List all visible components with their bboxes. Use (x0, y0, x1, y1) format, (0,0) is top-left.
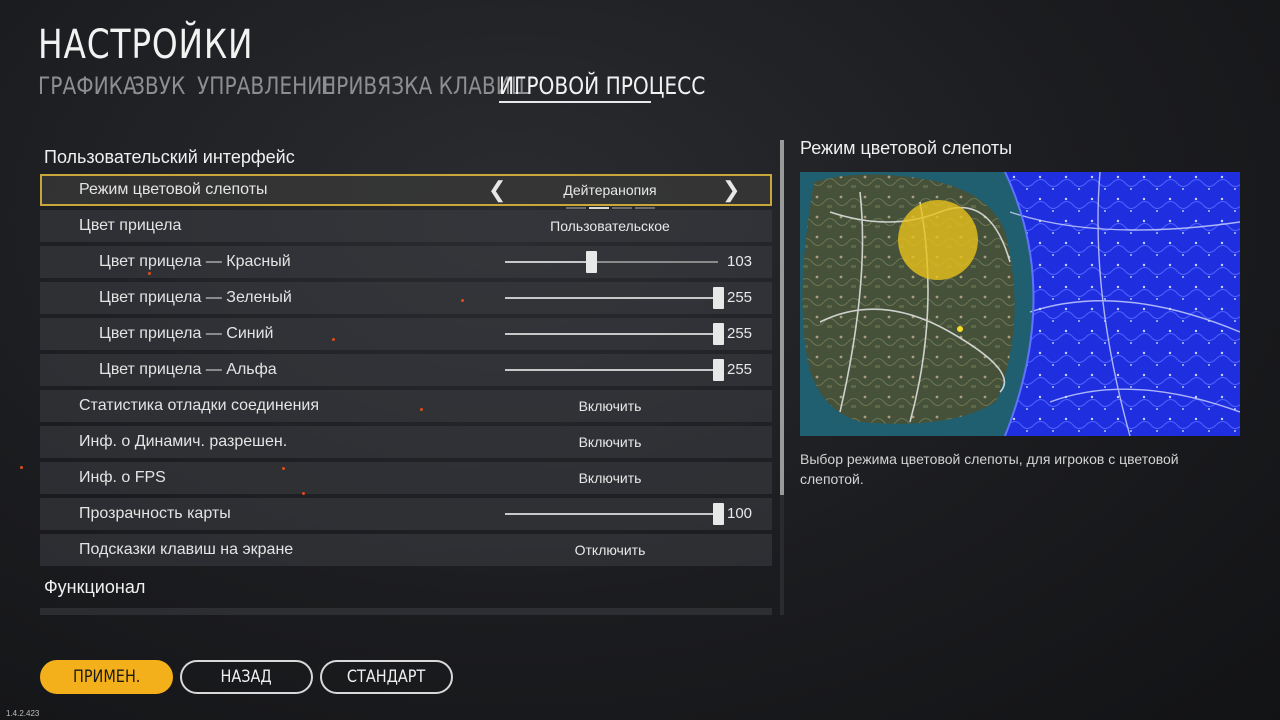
setting-label: Цвет прицела — Красный (99, 253, 291, 270)
setting-label: Статистика отладки соединения (79, 397, 320, 414)
slider-value: 255 (727, 289, 753, 306)
slider-fill (505, 297, 718, 299)
ember-particle (420, 408, 423, 411)
ember-particle (148, 272, 151, 275)
setting-label: Режим цветовой слепоты (79, 181, 268, 198)
slider-handle[interactable] (586, 251, 598, 273)
setting-colorblind-mode[interactable]: Режим цветовой слепоты ❮ Дейтеранопия ❯ (40, 174, 772, 209)
slider-fill (505, 513, 718, 515)
scrollbar-thumb[interactable] (780, 140, 784, 495)
slider-track[interactable] (505, 359, 724, 381)
setting-value: Пользовательское (550, 218, 670, 234)
setting-label: Подсказки клавиш на экране (79, 541, 294, 558)
ember-particle (282, 467, 285, 470)
setting-row-partial[interactable] (40, 608, 772, 615)
slider-value: 100 (727, 505, 753, 522)
slider-track[interactable] (505, 251, 718, 273)
setting-crosshair-blue: Цвет прицела — Синий 255 (40, 318, 772, 350)
slider-handle[interactable] (713, 287, 724, 309)
slider-track[interactable] (505, 323, 724, 345)
slider-handle[interactable] (713, 323, 724, 345)
option-dot-active (589, 207, 609, 209)
setting-label: Цвет прицела — Зеленый (99, 289, 292, 306)
default-button[interactable]: СТАНДАРТ (320, 660, 453, 694)
slider-value: 255 (727, 361, 753, 378)
slider-fill (505, 261, 592, 263)
section-heading-functional: Функционал (44, 577, 146, 597)
setting-onscreen-key-hints[interactable]: Подсказки клавиш на экране Отключить (40, 534, 772, 566)
preview-description: Выбор режима цветовой слепоты, для игрок… (800, 451, 1179, 487)
section-heading-ui: Пользовательский интерфейс (44, 147, 295, 167)
setting-value: Дейтеранопия (563, 182, 657, 198)
tab-keybinds-wrap: ПРИВЯЗКА КЛАВИШ (321, 72, 532, 100)
settings-list: Пользовательский интерфейс Режим цветово… (40, 140, 772, 615)
slider-handle[interactable] (713, 359, 724, 381)
ember-particle (332, 338, 335, 341)
ember-particle (461, 299, 464, 302)
setting-crosshair-color[interactable]: Цвет прицела Пользовательское (40, 210, 772, 242)
tab-sound-wrap: ЗВУК (132, 72, 192, 100)
ember-particle (302, 492, 305, 495)
setting-fps-info[interactable]: Инф. о FPS Включить (40, 462, 772, 494)
slider-fill (505, 369, 718, 371)
tab-controls[interactable]: УПРАВЛЕНИЕ (197, 72, 335, 100)
tab-sound[interactable]: ЗВУК (132, 72, 185, 100)
preview-title: Режим цветовой слепоты (800, 138, 1013, 158)
slider-value: 255 (727, 325, 753, 342)
apply-button-label: ПРИМЕН. (72, 667, 141, 687)
tab-gameplay-wrap: ИГРОВОЙ ПРОЦЕСС (498, 72, 705, 103)
slider-value: 103 (727, 253, 753, 270)
tab-controls-wrap: УПРАВЛЕНИЕ (197, 72, 335, 100)
setting-net-debug-stats[interactable]: Статистика отладки соединения Включить (40, 390, 772, 422)
slider-track[interactable] (505, 503, 724, 525)
slider-handle[interactable] (713, 503, 724, 525)
back-button[interactable]: НАЗАД (180, 660, 313, 694)
default-button-label: СТАНДАРТ (347, 667, 426, 687)
setting-label: Цвет прицела — Альфа (99, 361, 277, 378)
back-button-label: НАЗАД (220, 667, 273, 687)
setting-label: Цвет прицела — Синий (99, 325, 274, 342)
setting-label: Цвет прицела (79, 217, 182, 234)
setting-label: Прозрачность карты (79, 505, 231, 522)
setting-crosshair-alpha: Цвет прицела — Альфа 255 (40, 354, 772, 386)
chevron-right-icon[interactable]: ❯ (722, 176, 740, 204)
chevron-left-icon[interactable]: ❮ (488, 176, 506, 204)
tab-graphics-wrap: ГРАФИКА (38, 72, 137, 100)
setting-value: Включить (578, 398, 642, 414)
setting-label: Инф. о Динамич. разрешен. (79, 433, 288, 450)
option-dot (612, 207, 632, 209)
setting-value: Включить (578, 470, 642, 486)
setting-label: Инф. о FPS (79, 469, 166, 486)
setting-value: Отключить (574, 542, 646, 558)
slider-track[interactable] (505, 287, 724, 309)
version-label: 1.4.2.423 (6, 709, 40, 718)
option-dot (566, 207, 586, 209)
apply-button[interactable]: ПРИМЕН. (40, 660, 173, 694)
map-image (800, 172, 1240, 436)
setting-dynamic-resolution-info[interactable]: Инф. о Динамич. разрешен. Включить (40, 426, 772, 458)
option-dot (635, 207, 655, 209)
colorblind-map-preview (800, 172, 1240, 436)
page-title: НАСТРОЙКИ (38, 22, 254, 68)
ember-particle (20, 466, 23, 469)
tab-graphics[interactable]: ГРАФИКА (38, 72, 137, 100)
tab-gameplay[interactable]: ИГРОВОЙ ПРОЦЕСС (499, 72, 705, 100)
setting-value: Включить (578, 434, 642, 450)
setting-map-opacity: Прозрачность карты 100 (40, 498, 772, 530)
setting-crosshair-green: Цвет прицела — Зеленый 255 (40, 282, 772, 314)
option-indicator (566, 196, 658, 209)
settings-tabs: ГРАФИКА ЗВУК УПРАВЛЕНИЕ ПРИВЯЗКА КЛАВИШ … (38, 72, 705, 103)
slider-fill (505, 333, 718, 335)
